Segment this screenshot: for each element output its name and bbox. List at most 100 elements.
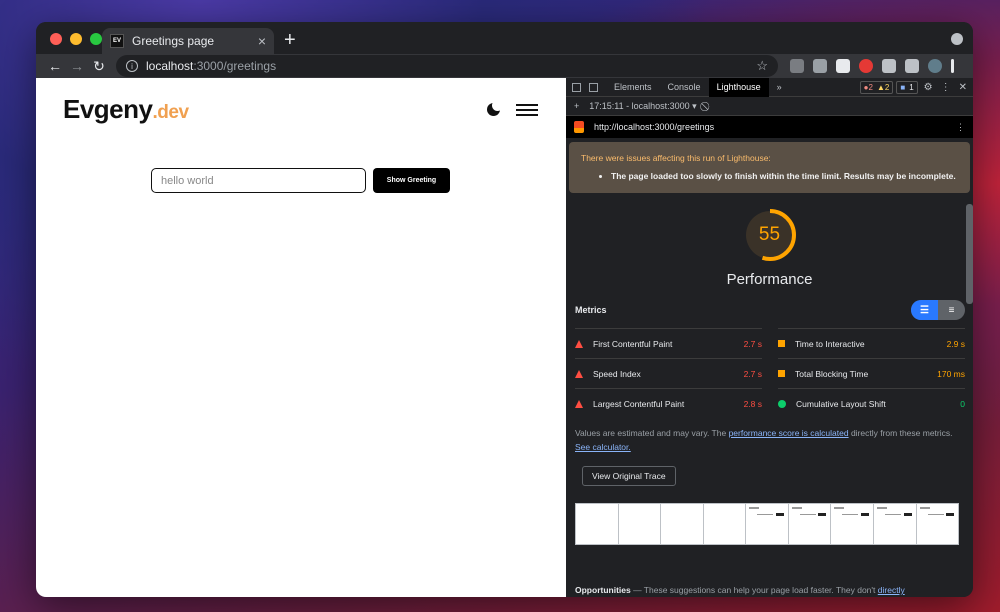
- metric-value: 170 ms: [937, 368, 965, 379]
- metric-row: Largest Contentful Paint 2.8 s: [575, 388, 762, 418]
- tab-close-icon[interactable]: ×: [258, 33, 266, 49]
- metric-row: Time to Interactive 2.9 s: [778, 328, 965, 358]
- average-square-icon: [778, 370, 785, 377]
- metric-label: Cumulative Layout Shift: [796, 398, 886, 409]
- greeting-input[interactable]: hello world: [151, 168, 366, 193]
- new-report-icon[interactable]: +: [574, 101, 579, 111]
- address-bar[interactable]: i localhost:3000/greetings ☆: [116, 55, 778, 77]
- minimize-window-button[interactable]: [70, 33, 82, 45]
- report-selector-label: 17:15:11 - localhost:3000: [589, 100, 690, 111]
- lighthouse-toolbar: + 17:15:11 - localhost:3000 ▾ ⃠: [566, 97, 973, 116]
- more-tabs-icon[interactable]: »: [769, 78, 790, 97]
- lighthouse-icon: [574, 121, 584, 133]
- metric-label: First Contentful Paint: [593, 338, 673, 349]
- metrics-grid: First Contentful Paint 2.7 s Time to Inter…: [566, 320, 973, 418]
- warning-heading: There were issues affecting this run of …: [581, 153, 771, 163]
- extension-translate-icon[interactable]: [882, 59, 896, 73]
- report-selector[interactable]: 17:15:11 - localhost:3000 ▾: [589, 101, 696, 112]
- forward-icon[interactable]: →: [66, 58, 88, 74]
- settings-gear-icon[interactable]: ⚙: [924, 82, 933, 93]
- pass-circle-icon: [778, 399, 786, 408]
- close-window-button[interactable]: [50, 33, 62, 45]
- calculator-link[interactable]: See calculator.: [575, 442, 631, 452]
- reload-icon[interactable]: ↻: [88, 58, 110, 75]
- browser-menu-icon[interactable]: [951, 59, 954, 73]
- note-mid: directly from these metrics.: [848, 428, 953, 438]
- browser-toolbar: ← → ↻ i localhost:3000/greetings ☆: [36, 54, 973, 78]
- filmstrip-frame: [618, 504, 661, 544]
- bookmark-star-icon[interactable]: ☆: [756, 58, 768, 74]
- extension-glasses-icon[interactable]: [813, 59, 827, 73]
- metrics-title: Metrics: [575, 305, 607, 315]
- site-info-icon[interactable]: i: [126, 60, 138, 72]
- report-url-bar: http://localhost:3000/greetings ⋮: [566, 116, 973, 138]
- metric-label: Total Blocking Time: [795, 368, 869, 379]
- devtools-tabbar: Elements Console Lighthouse » ●2 ▲2 ■ 1 ⚙…: [566, 78, 973, 97]
- run-warning-box: There were issues affecting this run of …: [569, 142, 970, 193]
- site-logo[interactable]: Evgeny.dev: [63, 94, 189, 125]
- favicon-icon: EV: [110, 34, 124, 48]
- info-count-badge[interactable]: ■ 1: [896, 80, 918, 94]
- filmstrip-frame: [703, 504, 746, 544]
- metric-label: Speed Index: [593, 368, 641, 379]
- show-greeting-button[interactable]: Show Greeting: [373, 168, 450, 193]
- score-gauge: 55: [742, 207, 798, 263]
- report-menu-icon[interactable]: ⋮: [956, 122, 965, 133]
- logo-suffix: .dev: [152, 102, 190, 123]
- hamburger-menu-icon[interactable]: [516, 104, 538, 119]
- inspect-element-icon[interactable]: [572, 82, 581, 92]
- fail-triangle-icon: [575, 369, 583, 378]
- maximize-window-button[interactable]: [90, 33, 102, 45]
- content-area: Evgeny.dev hello world Show Greeting Ele…: [36, 78, 973, 597]
- metric-value: 0: [960, 398, 965, 409]
- metric-row: Speed Index 2.7 s: [575, 358, 762, 388]
- filmstrip-frame: [831, 504, 873, 544]
- metric-row: Total Blocking Time 170 ms: [778, 358, 965, 388]
- metric-value: 2.8 s: [743, 398, 762, 409]
- tab-console[interactable]: Console: [660, 78, 709, 97]
- back-icon[interactable]: ←: [44, 58, 66, 74]
- note-prefix: Values are estimated and may vary. The: [575, 428, 729, 438]
- filmstrip-frame: [746, 504, 788, 544]
- url-path: :3000/greetings: [193, 59, 277, 73]
- filmstrip-frame: [916, 504, 959, 544]
- metric-row: First Contentful Paint 2.7 s: [575, 328, 762, 358]
- devtools-scrollbar[interactable]: [966, 204, 973, 304]
- expanded-view-icon[interactable]: ≡: [938, 300, 965, 320]
- browser-tab[interactable]: EV Greetings page ×: [102, 28, 274, 54]
- new-tab-button[interactable]: +: [284, 29, 296, 52]
- tab-lighthouse[interactable]: Lighthouse: [708, 78, 769, 97]
- dark-mode-moon-icon[interactable]: [487, 100, 503, 116]
- metric-value: 2.7 s: [743, 338, 762, 349]
- issue-counts-badge[interactable]: ●2 ▲2: [859, 80, 894, 94]
- info-count: 1: [909, 82, 914, 92]
- opportunities-link[interactable]: directly: [878, 585, 905, 595]
- extension-red-icon[interactable]: [859, 59, 873, 73]
- tab-strip: EV Greetings page × +: [36, 22, 973, 54]
- view-original-trace-button[interactable]: View Original Trace: [582, 466, 676, 486]
- tab-search-icon[interactable]: [951, 33, 963, 45]
- device-toolbar-icon[interactable]: [589, 82, 598, 92]
- devtools-menu-icon[interactable]: ⋮: [941, 82, 951, 93]
- fail-triangle-icon: [575, 339, 583, 348]
- web-page: Evgeny.dev hello world Show Greeting: [36, 78, 566, 597]
- performance-score[interactable]: 55 Performance: [566, 207, 973, 288]
- extensions-puzzle-icon[interactable]: [905, 59, 919, 73]
- compact-view-icon[interactable]: ☰: [911, 300, 938, 320]
- devtools-actions: ⚙ ⋮ ✕: [924, 82, 967, 93]
- filmstrip: [575, 503, 959, 545]
- extension-window-icon[interactable]: [836, 59, 850, 73]
- metrics-view-toggle[interactable]: ☰ ≡: [911, 300, 965, 320]
- filmstrip-frame: [661, 504, 703, 544]
- metric-value: 2.7 s: [743, 368, 762, 379]
- profile-avatar[interactable]: [928, 59, 942, 73]
- window-controls: [50, 33, 102, 45]
- average-square-icon: [778, 340, 785, 347]
- close-devtools-icon[interactable]: ✕: [959, 82, 967, 93]
- extension-shield-icon[interactable]: [790, 59, 804, 73]
- warning-count: 2: [884, 82, 890, 92]
- tab-elements[interactable]: Elements: [606, 78, 660, 97]
- score-calc-link[interactable]: performance score is calculated: [729, 428, 849, 438]
- opportunities-heading: Opportunities — These suggestions can he…: [575, 585, 905, 595]
- metric-label: Largest Contentful Paint: [593, 398, 685, 409]
